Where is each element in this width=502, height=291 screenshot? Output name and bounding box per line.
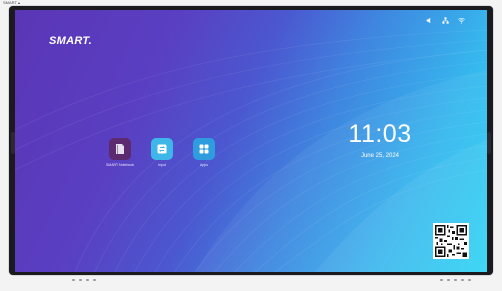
- app-label: Apps: [200, 163, 208, 167]
- smart-logo: SMART.: [49, 35, 92, 47]
- app-input[interactable]: Input: [147, 138, 177, 167]
- app-label: Input: [158, 163, 166, 167]
- notebook-icon: [109, 138, 131, 160]
- display-page: SMART ▴ SMART. SMART Notebook Input Apps…: [0, 0, 502, 291]
- status-bar: [426, 17, 465, 24]
- top-corner-label: SMART ▴: [3, 0, 20, 5]
- qr-code-icon[interactable]: [433, 223, 469, 259]
- clock-date: June 25, 2024: [360, 153, 400, 159]
- input-switch-icon: [151, 138, 173, 160]
- app-label: SMART Notebook: [105, 163, 135, 167]
- right-side-handle[interactable]: [487, 132, 491, 154]
- bottom-left-ports: [72, 279, 96, 281]
- app-apps[interactable]: Apps: [189, 138, 219, 167]
- apps-grid-icon: [193, 138, 215, 160]
- bottom-right-buttons: [440, 279, 471, 281]
- home-screen: SMART. SMART Notebook Input Apps 11:03 J…: [15, 10, 487, 272]
- wifi-icon[interactable]: [458, 17, 465, 24]
- speaker-icon[interactable]: [426, 17, 433, 24]
- clock-time: 11:03: [348, 120, 412, 148]
- app-smart-notebook[interactable]: SMART Notebook: [105, 138, 135, 167]
- network-icon[interactable]: [442, 17, 449, 24]
